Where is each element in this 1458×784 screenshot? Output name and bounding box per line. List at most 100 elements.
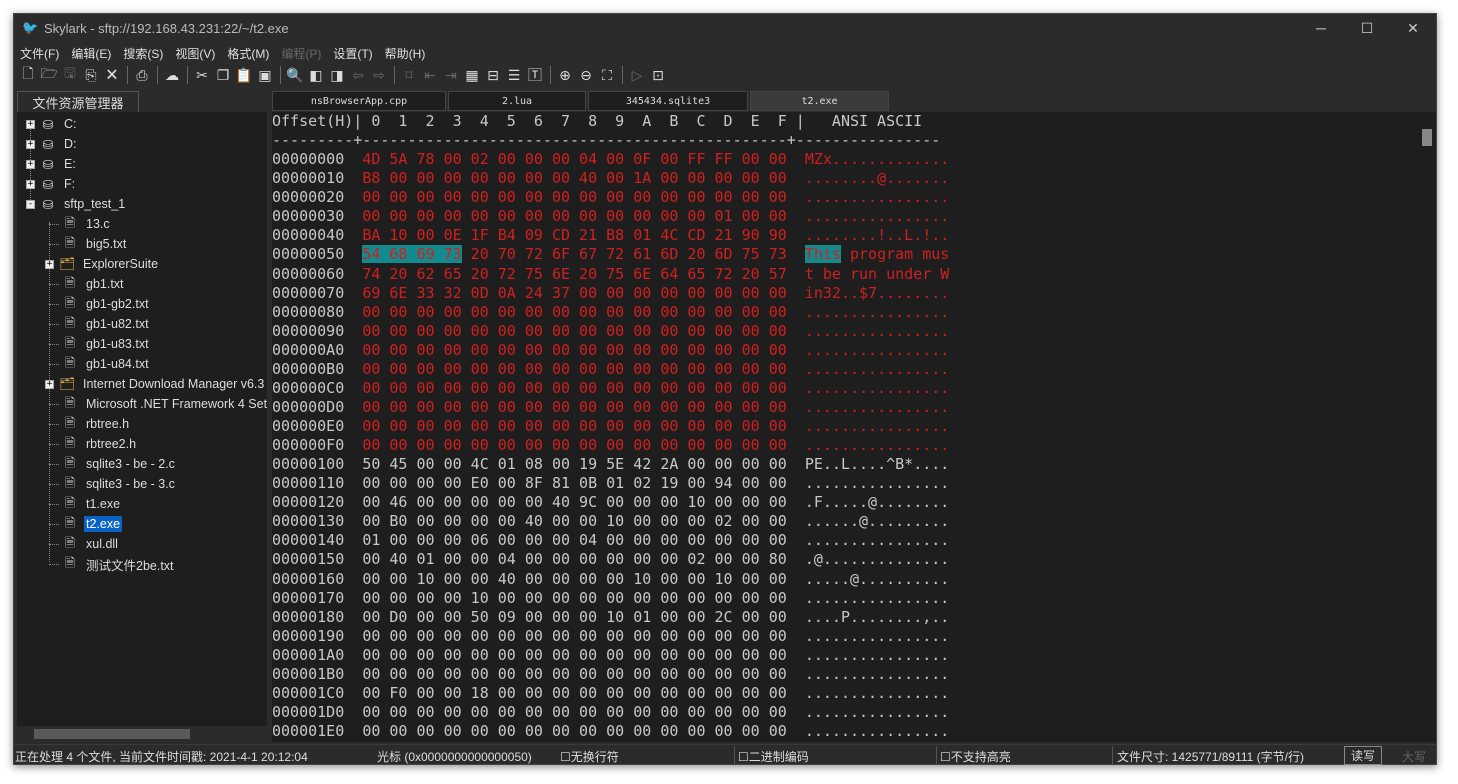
expand-toggle[interactable]: + xyxy=(26,119,35,129)
tree-item[interactable]: + ⛁ E: xyxy=(26,154,78,174)
hex-row[interactable]: 00000010 B8 00 00 00 00 00 00 00 40 00 1… xyxy=(272,169,1418,188)
hex-row[interactable]: 00000040 BA 10 00 0E 1F B4 09 CD 21 B8 0… xyxy=(272,226,1418,245)
text-icon[interactable]: 🅃 xyxy=(525,65,545,85)
hex-row[interactable]: 000001E0 00 00 00 00 00 00 00 00 00 00 0… xyxy=(272,722,1418,741)
hex-row[interactable]: 00000000 4D 5A 78 00 02 00 00 00 04 00 0… xyxy=(272,150,1418,169)
cut-icon[interactable]: ✂ xyxy=(192,65,212,85)
hex-row[interactable]: 00000140 01 00 00 00 06 00 00 00 04 00 0… xyxy=(272,531,1418,550)
tree-item[interactable]: + 🗂 ExplorerSuite xyxy=(45,254,160,274)
hex-row[interactable]: 00000100 50 45 00 00 4C 01 08 00 19 5E 4… xyxy=(272,455,1418,474)
tree-item[interactable]: 🗎 gb1.txt xyxy=(45,274,126,294)
scrollbar-thumb[interactable] xyxy=(1422,129,1432,146)
clipboard-icon[interactable]: ▣ xyxy=(255,65,275,85)
new-file-icon[interactable]: 🗋 xyxy=(18,65,38,85)
tree-item[interactable]: 🗎 gb1-u84.txt xyxy=(45,354,151,374)
expand-toggle[interactable]: + xyxy=(45,379,54,389)
tree-item[interactable]: 🗎 sqlite3 - be - 3.c xyxy=(45,474,177,494)
menu-item[interactable]: 编辑(E) xyxy=(65,45,117,62)
find-prev-icon[interactable]: ◧ xyxy=(306,65,326,85)
hex-row[interactable]: 000000E0 00 00 00 00 00 00 00 00 00 00 0… xyxy=(272,417,1418,436)
hex-row[interactable]: 00000030 00 00 00 00 00 00 00 00 00 00 0… xyxy=(272,207,1418,226)
read-write-mode[interactable]: 读写 xyxy=(1344,746,1383,765)
hex-editor[interactable]: Offset(H)| 0 1 2 3 4 5 6 7 8 9 A B C D E… xyxy=(272,112,1418,742)
status-encoding[interactable]: ☐二进制编码 xyxy=(738,748,809,765)
status-highlight[interactable]: ☐不支持高亮 xyxy=(940,748,1011,765)
hex-row[interactable]: 000000C0 00 00 00 00 00 00 00 00 00 00 0… xyxy=(272,379,1418,398)
hex-row[interactable]: 00000110 00 00 00 00 E0 00 8F 81 0B 01 0… xyxy=(272,474,1418,493)
minimize-button[interactable]: ─ xyxy=(1298,14,1344,42)
save-all-icon[interactable]: ⎘ xyxy=(81,65,101,85)
file-explorer-tab[interactable]: 文件资源管理器 xyxy=(17,91,139,112)
find-next-icon[interactable]: ◨ xyxy=(327,65,347,85)
expand-toggle[interactable]: + xyxy=(26,139,35,149)
menu-item[interactable]: 编程(P) xyxy=(275,45,327,62)
tree-item[interactable]: 🗎 测试文件2be.txt xyxy=(45,554,176,574)
zoom-in-icon[interactable]: ⊕ xyxy=(555,65,575,85)
hex-view-icon[interactable]: ▦ xyxy=(462,65,482,85)
hex-row[interactable]: 000000A0 00 00 00 00 00 00 00 00 00 00 0… xyxy=(272,341,1418,360)
tree-item[interactable]: + ⛁ F: xyxy=(26,174,77,194)
maximize-button[interactable]: ☐ xyxy=(1344,14,1390,42)
terminal-icon[interactable]: ⊡ xyxy=(648,65,668,85)
hex-row[interactable]: 00000060 74 20 62 65 20 72 75 6E 20 75 6… xyxy=(272,265,1418,284)
hex-row[interactable]: 000000F0 00 00 00 00 00 00 00 00 00 00 0… xyxy=(272,436,1418,455)
editor-vertical-scrollbar[interactable] xyxy=(1418,112,1436,742)
scrollbar-thumb[interactable] xyxy=(34,729,190,739)
tab-2-lua[interactable]: 2.lua xyxy=(448,91,586,111)
tree-item[interactable]: 🗎 t2.exe xyxy=(45,514,123,534)
tree-item[interactable]: 🗎 rbtree2.h xyxy=(45,434,138,454)
indent-icon[interactable]: ☰ xyxy=(504,65,524,85)
tree-item[interactable]: 🗎 gb1-u83.txt xyxy=(45,334,151,354)
remote-cloud-icon[interactable]: ☁ xyxy=(162,65,182,85)
menu-item[interactable]: 帮助(H) xyxy=(379,45,432,62)
close-file-icon[interactable]: 🗙 xyxy=(102,65,122,85)
hex-row[interactable]: 00000120 00 46 00 00 00 00 00 40 9C 00 0… xyxy=(272,493,1418,512)
tree-item[interactable]: 🗎 xul.dll xyxy=(45,534,120,554)
bookmark-prev-icon[interactable]: ⇤ xyxy=(420,65,440,85)
hex-row[interactable]: 00000150 00 40 01 00 00 04 00 00 00 00 0… xyxy=(272,550,1418,569)
tree-item[interactable]: 🗎 rbtree.h xyxy=(45,414,131,434)
zoom-out-icon[interactable]: ⊖ xyxy=(576,65,596,85)
menu-item[interactable]: 视图(V) xyxy=(169,45,221,62)
tree-item[interactable]: - ⛁ sftp_test_1 xyxy=(26,194,127,214)
expand-toggle[interactable]: + xyxy=(26,159,35,169)
hex-row[interactable]: 000001B0 00 00 00 00 00 00 00 00 00 00 0… xyxy=(272,665,1418,684)
sidebar-horizontal-scrollbar[interactable] xyxy=(17,726,267,742)
expand-toggle[interactable]: + xyxy=(26,179,35,189)
hex-row[interactable]: 00000160 00 00 10 00 00 40 00 00 00 00 1… xyxy=(272,570,1418,589)
hex-row[interactable]: 00000050 54 68 69 73 20 70 72 6F 67 72 6… xyxy=(272,245,1418,264)
tree-item[interactable]: 🗎 sqlite3 - be - 2.c xyxy=(45,454,177,474)
menu-item[interactable]: 格式(M) xyxy=(221,45,275,62)
close-button[interactable]: ✕ xyxy=(1390,14,1436,42)
word-wrap-icon[interactable]: ⊟ xyxy=(483,65,503,85)
hex-row[interactable]: 00000020 00 00 00 00 00 00 00 00 00 00 0… xyxy=(272,188,1418,207)
tree-item[interactable]: 🗎 Microsoft .NET Framework 4 Set xyxy=(45,394,267,414)
run-icon[interactable]: ▷ xyxy=(627,65,647,85)
hex-row[interactable]: 00000190 00 00 00 00 00 00 00 00 00 00 0… xyxy=(272,627,1418,646)
menu-item[interactable]: 文件(F) xyxy=(14,45,65,62)
fullscreen-icon[interactable]: ⛶ xyxy=(597,65,617,85)
tree-item[interactable]: 🗎 gb1-gb2.txt xyxy=(45,294,151,314)
bookmark-icon[interactable]: ⌑ xyxy=(399,65,419,85)
tree-item[interactable]: + 🗂 Internet Download Manager v6.3 xyxy=(45,374,266,394)
search-icon[interactable]: 🔍 xyxy=(285,65,305,85)
bookmark-next-icon[interactable]: ⇥ xyxy=(441,65,461,85)
print-icon[interactable]: ⎙ xyxy=(132,65,152,85)
tree-item[interactable]: 🗎 gb1-u82.txt xyxy=(45,314,151,334)
hex-row[interactable]: 00000180 00 D0 00 00 50 09 00 00 00 10 0… xyxy=(272,608,1418,627)
hex-row[interactable]: 00000080 00 00 00 00 00 00 00 00 00 00 0… xyxy=(272,303,1418,322)
tree-item[interactable]: 🗎 big5.txt xyxy=(45,234,128,254)
hex-row[interactable]: 00000090 00 00 00 00 00 00 00 00 00 00 0… xyxy=(272,322,1418,341)
tree-item[interactable]: 🗎 13.c xyxy=(45,214,112,234)
expand-toggle[interactable]: + xyxy=(45,259,54,269)
status-line-ending[interactable]: ☐无换行符 xyxy=(560,748,619,765)
hex-row[interactable]: 00000130 00 B0 00 00 00 00 40 00 00 10 0… xyxy=(272,512,1418,531)
hex-row[interactable]: 000000B0 00 00 00 00 00 00 00 00 00 00 0… xyxy=(272,360,1418,379)
hex-row[interactable]: 000001A0 00 00 00 00 00 00 00 00 00 00 0… xyxy=(272,646,1418,665)
redo-icon[interactable]: ⇨ xyxy=(369,65,389,85)
hex-row[interactable]: 000001C0 00 F0 00 00 18 00 00 00 00 00 0… xyxy=(272,684,1418,703)
paste-icon[interactable]: 📋 xyxy=(234,65,254,85)
hex-row[interactable]: 000000D0 00 00 00 00 00 00 00 00 00 00 0… xyxy=(272,398,1418,417)
undo-icon[interactable]: ⇦ xyxy=(348,65,368,85)
menu-item[interactable]: 搜索(S) xyxy=(117,45,169,62)
